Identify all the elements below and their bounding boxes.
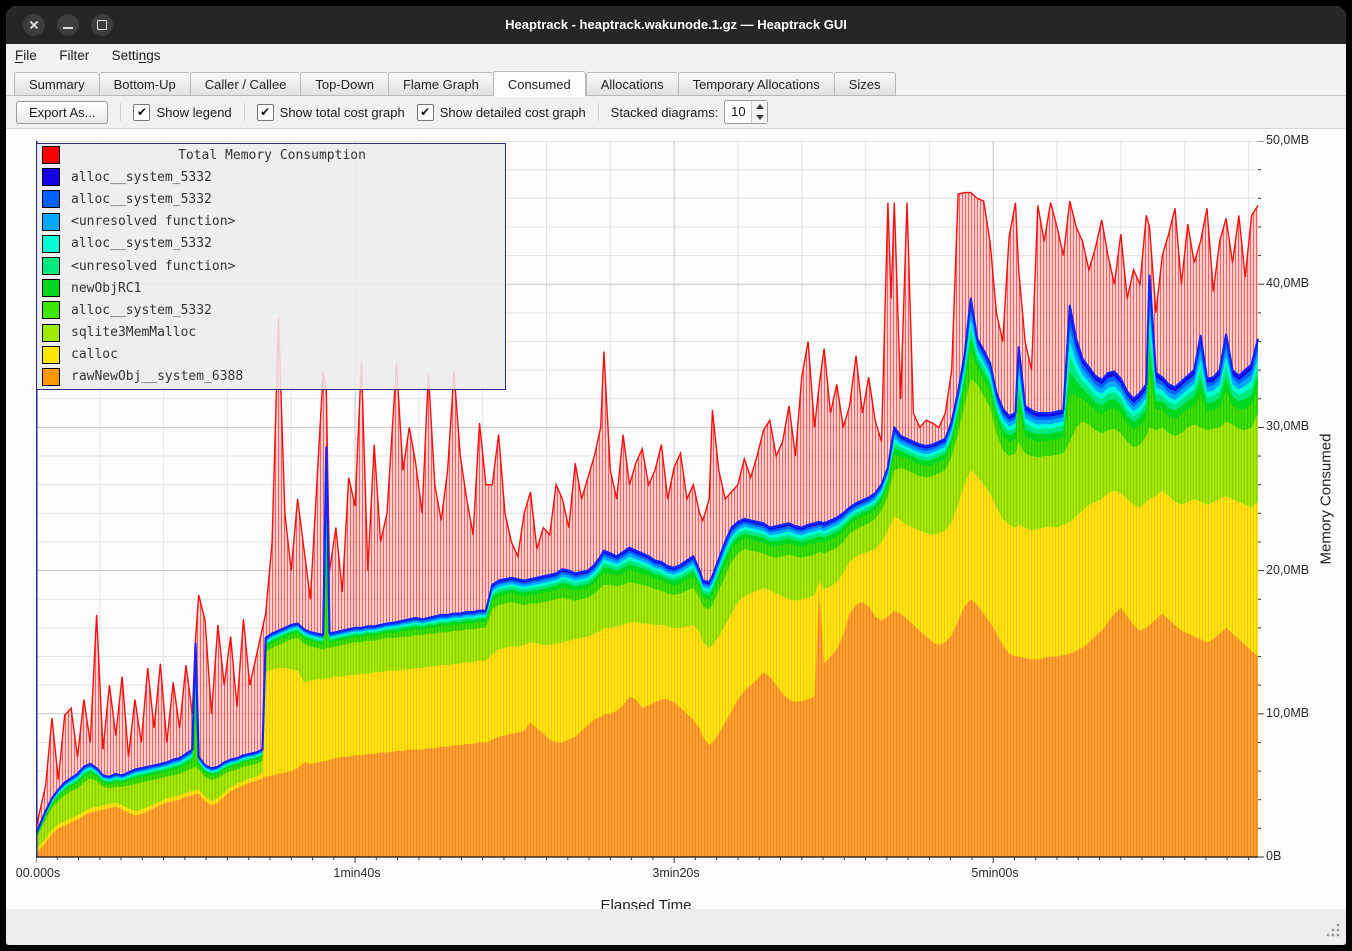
y-axis-tick-label: 30,0MB (1266, 419, 1336, 433)
y-axis-tick-label: 50,0MB (1266, 133, 1336, 147)
legend-swatch (42, 168, 60, 186)
legend-swatch (42, 190, 60, 208)
stacked-diagrams-value[interactable]: 10 (725, 101, 751, 123)
legend-swatch (42, 213, 60, 231)
export-as-button[interactable]: Export As... (16, 101, 108, 124)
window-title: Heaptrack - heaptrack.wakunode.1.gz — He… (6, 6, 1346, 44)
legend-row: alloc__system_5332 (37, 188, 505, 210)
checkbox-check-icon: ✔ (133, 104, 150, 121)
y-axis-tick-label: 10,0MB (1266, 706, 1336, 720)
legend-swatch (42, 324, 60, 342)
chart-legend: Total Memory Consumption alloc__system_5… (36, 143, 506, 390)
x-axis-tick-label: 3min20s (652, 866, 699, 880)
menu-settings[interactable]: Settings (103, 44, 170, 67)
menu-file[interactable]: File (6, 44, 46, 67)
legend-row: newObjRC1 (37, 277, 505, 299)
y-axis-tick-label: 0B (1266, 849, 1336, 863)
y-axis-title: Memory Consumed (1318, 434, 1335, 565)
tab-temporary-allocations[interactable]: Temporary Allocations (678, 72, 834, 96)
tab-top-down[interactable]: Top-Down (300, 72, 388, 96)
resize-grip-icon[interactable] (1326, 923, 1340, 937)
toolbar-separator (244, 103, 245, 121)
show-detailed-cost-checkbox[interactable]: ✔ Show detailed cost graph (417, 104, 586, 121)
legend-swatch (42, 146, 60, 164)
legend-swatch (42, 257, 60, 275)
chevron-down-icon (756, 115, 764, 120)
y-axis-tick-label: 20,0MB (1266, 563, 1336, 577)
show-total-cost-label: Show total cost graph (280, 105, 405, 120)
show-legend-checkbox[interactable]: ✔ Show legend (133, 104, 231, 121)
heaptrack-window: Heaptrack - heaptrack.wakunode.1.gz — He… (6, 6, 1346, 945)
legend-row: <unresolved function> (37, 211, 505, 233)
legend-swatch (42, 346, 60, 364)
show-total-cost-checkbox[interactable]: ✔ Show total cost graph (257, 104, 405, 121)
tab-bottom-up[interactable]: Bottom-Up (99, 72, 190, 96)
y-axis-tick-label: 40,0MB (1266, 276, 1336, 290)
show-legend-label: Show legend (156, 105, 231, 120)
tab-sizes[interactable]: Sizes (834, 72, 896, 96)
checkbox-check-icon: ✔ (417, 104, 434, 121)
stacked-diagrams-label: Stacked diagrams: (611, 105, 719, 120)
legend-row-total: Total Memory Consumption (37, 144, 505, 166)
legend-row: alloc__system_5332 (37, 233, 505, 255)
legend-swatch (42, 368, 60, 386)
legend-row: sqlite3MemMalloc (37, 322, 505, 344)
status-strip (6, 909, 1346, 945)
checkbox-check-icon: ✔ (257, 104, 274, 121)
toolbar-separator (598, 103, 599, 121)
x-axis-tick-label: 1min40s (333, 866, 380, 880)
legend-row: rawNewObj__system_6388 (37, 366, 505, 388)
legend-swatch (42, 301, 60, 319)
show-detailed-cost-label: Show detailed cost graph (440, 105, 586, 120)
legend-swatch (42, 235, 60, 253)
legend-row: calloc (37, 344, 505, 366)
tab-bar: SummaryBottom-UpCaller / CalleeTop-DownF… (6, 70, 1346, 96)
menu-bar: File Filter Settings (6, 44, 1346, 70)
legend-swatch (42, 279, 60, 297)
tab-allocations[interactable]: Allocations (586, 72, 678, 96)
x-axis-tick-label: 5min00s (971, 866, 1018, 880)
tab-caller-callee[interactable]: Caller / Callee (190, 72, 301, 96)
spinner-down-button[interactable] (752, 112, 767, 123)
spinner-up-button[interactable] (752, 101, 767, 112)
tab-summary[interactable]: Summary (14, 72, 99, 96)
menu-filter[interactable]: Filter (50, 44, 98, 67)
legend-row: alloc__system_5332 (37, 299, 505, 321)
stacked-diagrams-spinner[interactable]: 10 (724, 100, 768, 124)
toolbar-separator (120, 103, 121, 121)
tab-consumed[interactable]: Consumed (493, 71, 586, 97)
chart-panel: Total Memory Consumption alloc__system_5… (6, 129, 1346, 915)
title-bar: Heaptrack - heaptrack.wakunode.1.gz — He… (6, 6, 1346, 44)
toolbar: Export As... ✔ Show legend ✔ Show total … (6, 96, 1346, 129)
x-axis-tick-label: 00.000s (16, 866, 60, 880)
tab-flame-graph[interactable]: Flame Graph (388, 72, 493, 96)
legend-row: alloc__system_5332 (37, 166, 505, 188)
chevron-up-icon (756, 104, 764, 109)
legend-row: <unresolved function> (37, 255, 505, 277)
